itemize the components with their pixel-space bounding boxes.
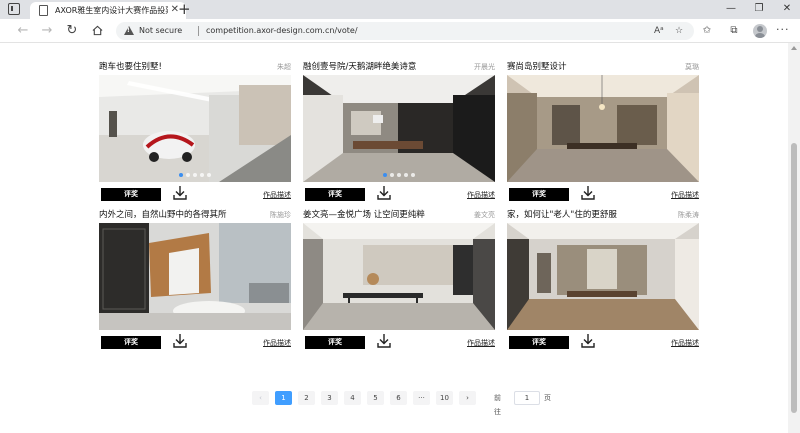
- vote-button[interactable]: 评奖: [101, 336, 161, 349]
- entry-card: 家，如何让"老人"住的更舒服 陈柔涛 评奖 作品描述: [507, 209, 699, 351]
- download-icon[interactable]: [581, 333, 595, 348]
- browser-tab-active[interactable]: AXOR雅生室内设计大赛作品投票 ✕: [30, 2, 186, 19]
- entry-card: 姜文亮—金悦广场 让空间更纯粹 姜文亮 评奖 作品描述: [303, 209, 495, 351]
- entry-card: 融创壹号院/天鹅湖畔绝美诗意 开晨光 评奖 作品描述: [303, 61, 495, 203]
- entry-author: 陈柔涛: [678, 211, 699, 219]
- next-page-button[interactable]: ›: [459, 391, 476, 405]
- carousel-dot[interactable]: [390, 173, 394, 177]
- carousel-dot[interactable]: [404, 173, 408, 177]
- entry-author: 莫璐: [685, 63, 699, 71]
- page-button-10[interactable]: 10: [436, 391, 453, 405]
- minimize-button[interactable]: —: [718, 0, 744, 19]
- entry-author: 姜文亮: [474, 211, 495, 219]
- entry-image[interactable]: [99, 223, 291, 330]
- carousel-dot[interactable]: [397, 173, 401, 177]
- entry-image[interactable]: [303, 223, 495, 330]
- page-button-3[interactable]: 3: [321, 391, 338, 405]
- goto-suffix: 页: [544, 394, 551, 402]
- back-arrow-icon[interactable]: ←: [14, 22, 32, 40]
- download-icon[interactable]: [173, 185, 187, 200]
- vote-button[interactable]: 评奖: [305, 336, 365, 349]
- entry-title: 赛尚岛别墅设计: [507, 62, 567, 72]
- carousel-dot[interactable]: [411, 173, 415, 177]
- entry-author: 开晨光: [474, 63, 495, 71]
- avatar[interactable]: [753, 24, 767, 38]
- carousel-dot[interactable]: [193, 173, 197, 177]
- more-options-icon[interactable]: ···: [776, 23, 790, 36]
- goto-prefix: 前往: [494, 394, 501, 416]
- download-icon[interactable]: [581, 185, 595, 200]
- description-link[interactable]: 作品描述: [467, 190, 495, 200]
- page-button-4[interactable]: 4: [344, 391, 361, 405]
- entry-title: 内外之间，自然山野中的各得其所: [99, 210, 227, 220]
- add-favorite-icon[interactable]: ☆: [675, 24, 683, 38]
- carousel-dot[interactable]: [207, 173, 211, 177]
- goto-page-input[interactable]: 1: [514, 391, 540, 405]
- refresh-icon[interactable]: ↻: [63, 22, 81, 40]
- carousel-dots[interactable]: [383, 173, 415, 177]
- carousel-dot[interactable]: [186, 173, 190, 177]
- more-pages-button[interactable]: ···: [413, 391, 430, 405]
- maximize-button[interactable]: ❐: [746, 0, 772, 19]
- vote-button[interactable]: 评奖: [101, 188, 161, 201]
- tab-actions-icon[interactable]: [8, 3, 20, 15]
- address-toolbar: ← → ↻ Not secure competition.axor-design…: [0, 19, 800, 43]
- tab-title: AXOR雅生室内设计大赛作品投票: [55, 6, 168, 15]
- tab-bar: AXOR雅生室内设计大赛作品投票 ✕ + — ❐ ✕: [0, 0, 800, 19]
- entry-card: 内外之间，自然山野中的各得其所 陈施珍 评奖 作品描述: [99, 209, 291, 351]
- entry-image[interactable]: [99, 75, 291, 182]
- entry-card: 跑车也要住别墅! 朱超 评奖 作品描述: [99, 61, 291, 203]
- entry-card: 赛尚岛别墅设计 莫璐 评奖 作品描述: [507, 61, 699, 203]
- home-icon[interactable]: [92, 25, 103, 36]
- entry-title: 融创壹号院/天鹅湖畔绝美诗意: [303, 62, 417, 72]
- download-icon[interactable]: [377, 185, 391, 200]
- entry-title: 姜文亮—金悦广场 让空间更纯粹: [303, 210, 425, 220]
- entry-image[interactable]: [303, 75, 495, 182]
- page-icon: [39, 5, 48, 16]
- url-text[interactable]: competition.axor-design.com.cn/vote/: [206, 25, 358, 37]
- vote-button[interactable]: 评奖: [509, 336, 569, 349]
- page-scrollbar[interactable]: [788, 43, 800, 433]
- description-link[interactable]: 作品描述: [263, 190, 291, 200]
- new-tab-button[interactable]: +: [178, 0, 191, 19]
- address-bar[interactable]: Not secure competition.axor-design.com.c…: [116, 22, 694, 40]
- scroll-thumb[interactable]: [791, 143, 797, 413]
- entry-author: 朱超: [277, 63, 291, 71]
- description-link[interactable]: 作品描述: [671, 338, 699, 348]
- close-window-button[interactable]: ✕: [774, 0, 800, 19]
- carousel-dot[interactable]: [200, 173, 204, 177]
- read-aloud-icon[interactable]: Aᵃ: [654, 24, 664, 38]
- page-button-2[interactable]: 2: [298, 391, 315, 405]
- page-button-6[interactable]: 6: [390, 391, 407, 405]
- entry-image[interactable]: [507, 75, 699, 182]
- description-link[interactable]: 作品描述: [467, 338, 495, 348]
- forward-arrow-icon[interactable]: →: [38, 22, 56, 40]
- vote-button[interactable]: 评奖: [509, 188, 569, 201]
- carousel-dot[interactable]: [179, 173, 183, 177]
- warning-icon[interactable]: [124, 26, 134, 35]
- page-button-1[interactable]: 1: [275, 391, 292, 405]
- security-status[interactable]: Not secure: [139, 25, 182, 37]
- entry-title: 家，如何让"老人"住的更舒服: [507, 210, 617, 220]
- scroll-up-arrow-icon[interactable]: [791, 46, 797, 50]
- description-link[interactable]: 作品描述: [671, 190, 699, 200]
- download-icon[interactable]: [173, 333, 187, 348]
- carousel-dots[interactable]: [179, 173, 211, 177]
- page-button-5[interactable]: 5: [367, 391, 384, 405]
- description-link[interactable]: 作品描述: [263, 338, 291, 348]
- entry-image[interactable]: [507, 223, 699, 330]
- download-icon[interactable]: [377, 333, 391, 348]
- vote-button[interactable]: 评奖: [305, 188, 365, 201]
- favorites-icon[interactable]: ✩: [700, 24, 714, 38]
- carousel-dot[interactable]: [383, 173, 387, 177]
- prev-page-button[interactable]: ‹: [252, 391, 269, 405]
- collections-icon[interactable]: ⧉: [727, 24, 741, 38]
- divider: [198, 26, 199, 36]
- entry-author: 陈施珍: [270, 211, 291, 219]
- entry-title: 跑车也要住别墅!: [99, 62, 162, 72]
